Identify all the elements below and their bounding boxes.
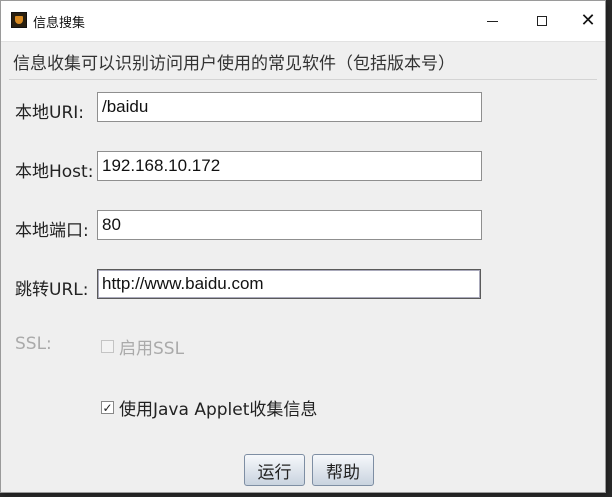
- help-button[interactable]: 帮助: [312, 454, 374, 486]
- uri-input[interactable]: [97, 92, 482, 122]
- host-label: 本地Host:: [15, 162, 94, 182]
- maximize-button[interactable]: [519, 1, 565, 41]
- separator: [9, 79, 597, 80]
- title-bar[interactable]: 信息搜集 ✕: [1, 1, 605, 42]
- java-cup-icon: [11, 12, 27, 28]
- redirect-url-label: 跳转URL:: [15, 280, 89, 300]
- applet-checkbox[interactable]: ✓: [101, 401, 114, 414]
- description-text: 信息收集可以识别访问用户使用的常见软件（包括版本号）: [13, 54, 455, 74]
- ssl-label: SSL:: [15, 334, 52, 354]
- port-label: 本地端口:: [15, 221, 89, 241]
- applet-checkbox-row[interactable]: ✓ 使用Java Applet收集信息: [101, 395, 317, 420]
- run-button[interactable]: 运行: [244, 454, 305, 486]
- minimize-button[interactable]: [469, 1, 515, 41]
- ssl-checkbox-row: 启用SSL: [101, 334, 184, 359]
- uri-label: 本地URI:: [15, 103, 84, 123]
- close-button[interactable]: ✕: [565, 1, 611, 41]
- checkmark-icon: ✓: [102, 400, 113, 415]
- window-title: 信息搜集: [33, 16, 86, 31]
- applet-checkbox-label: 使用Java Applet收集信息: [119, 400, 318, 420]
- minimize-icon: [486, 20, 498, 22]
- close-icon: ✕: [580, 10, 596, 31]
- port-input[interactable]: [97, 210, 482, 240]
- ssl-checkbox: [101, 340, 114, 353]
- host-input[interactable]: [97, 151, 482, 181]
- maximize-icon: [537, 16, 547, 26]
- info-collect-dialog: 信息搜集 ✕ 信息收集可以识别访问用户使用的常见软件（包括版本号） 本地URI:…: [0, 0, 606, 493]
- ssl-checkbox-label: 启用SSL: [119, 339, 185, 359]
- redirect-url-input[interactable]: [97, 269, 481, 299]
